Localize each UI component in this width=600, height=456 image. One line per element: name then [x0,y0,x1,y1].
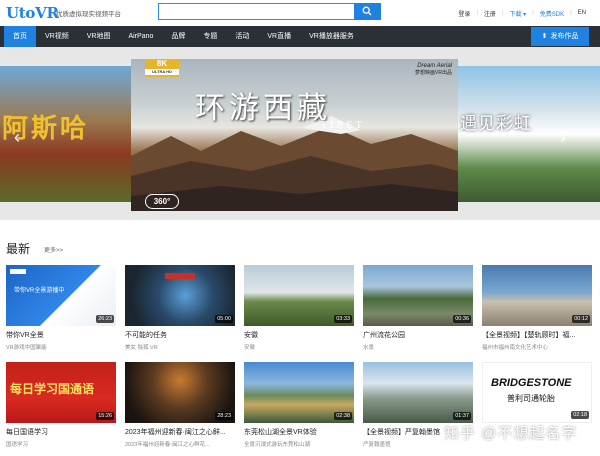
mountain-graphic [131,116,458,211]
video-subtitle: 福州市福州南文化艺术中心 [482,345,549,351]
video-duration: 02:18 [571,411,589,419]
top-links: 登录 | 注册 | 下载 ▾ | 免费SDK | EN [452,8,592,18]
thumbnail-overlay-text: 带你VR全景游播中 [14,288,65,294]
poster-banner [165,273,195,279]
video-title[interactable]: 【全景视频】【楚轨顾时】福... [482,330,592,340]
sdk-link[interactable]: 免费SDK [534,9,570,18]
video-subtitle: 水景 [363,345,375,351]
thumbnail-overlay-text: 每日学习国通语 [10,382,95,396]
banner-subtitle: TIBET [321,121,365,131]
main-nav: 首页 VR视频 VR地图 AirPano 品牌 专题 活动 VR直播 VR播放器… [0,26,600,47]
video-thumbnail[interactable]: 00:36 [363,265,473,326]
banner-slide-main[interactable]: 8K ULTRA HD Dream Aerial 梦想映画VR出品 环游西藏 T… [131,59,458,211]
nav-item-events[interactable]: 活动 [226,26,258,47]
video-subtitle: 2023年福州迎新春·闽江之心鲜花... [125,442,210,448]
video-thumbnail[interactable]: 每日学习国通语 15:26 [6,362,116,423]
banner-slide-next[interactable]: 遇见彩虹 [458,66,600,202]
nav-item-vr-video[interactable]: VR视频 [36,26,78,47]
video-duration: 00:12 [572,315,590,323]
thumbnail-overlay-subtext: 普利司通轮胎 [507,394,555,403]
video-subtitle: 美女 独孤 VR [125,345,158,351]
more-link[interactable]: 更多>> [44,245,63,254]
video-card[interactable]: 02:38 东莞松山湖全景VR体验 全景沉浸式游玩东莞松山湖 [244,362,354,448]
video-subtitle: 安徽 [244,345,256,351]
publish-button[interactable]: ⬆ 发布作品 [531,27,589,46]
video-card[interactable]: 05:00 不可能的任务 美女 独孤 VR [125,265,235,351]
video-thumbnail[interactable]: 00:12 [482,265,592,326]
video-title[interactable]: 每日国语学习 [6,427,116,437]
top-bar: UtoVR 优质虚拟现实视频平台 登录 | 注册 | 下载 ▾ | 免费SDK … [0,0,600,26]
vr360-badge: 360° [145,194,179,209]
search-input[interactable] [159,4,354,19]
video-thumbnail[interactable]: 01:37 [363,362,473,423]
nav-item-airpano[interactable]: AirPano [119,26,162,47]
video-card[interactable]: 每日学习国通语 15:26 每日国语学习 国语学习 [6,362,116,448]
video-card[interactable]: 28:23 2023年福州迎新春·闽江之心鲜... 2023年福州迎新春·闽江之… [125,362,235,448]
site-slogan: 优质虚拟现实视频平台 [56,11,121,18]
nav-item-vr-live[interactable]: VR直播 [258,26,300,47]
video-duration: 02:38 [334,412,352,420]
login-link[interactable]: 登录 [452,9,476,18]
banner-slide-next-text: 遇见彩虹 [460,114,532,134]
video-subtitle: 全景沉浸式游玩东莞松山湖 [244,442,311,448]
video-thumbnail[interactable]: 28:23 [125,362,235,423]
video-title[interactable]: 东莞松山湖全景VR体验 [244,427,354,437]
video-title[interactable]: 安徽 [244,330,354,340]
video-duration: 26:23 [96,315,114,323]
video-title[interactable]: 带你VR全景 [6,330,116,340]
video-duration: 01:37 [453,412,471,420]
video-thumbnail[interactable]: BRIDGESTONE 普利司通轮胎 02:18 [482,362,592,423]
publish-label: 发布作品 [550,33,579,40]
thumbnail-overlay-text: BRIDGESTONE [491,377,572,389]
register-link[interactable]: 注册 [478,9,502,18]
language-link[interactable]: EN [572,10,592,16]
nav-item-topic[interactable]: 专题 [194,26,226,47]
site-logo[interactable]: UtoVR [6,4,59,22]
banner-carousel: 阿斯哈 遇见彩虹 ‹ › 8K ULTRA HD Dream Aerial 梦想… [0,47,600,220]
video-card[interactable]: 带你VR全景游播中 26:23 带你VR全景 VR游戏中国聚能 [6,265,116,351]
video-subtitle: 国语学习 [6,442,29,448]
video-thumbnail[interactable]: 05:00 [125,265,235,326]
video-thumbnail[interactable]: 02:38 [244,362,354,423]
video-thumbnail[interactable]: 03:33 [244,265,354,326]
nav-item-brand[interactable]: 品牌 [162,26,194,47]
search-box [158,3,354,20]
video-title[interactable]: 广州流花公园 [363,330,473,340]
resolution-badge: 8K ULTRA HD [145,59,179,77]
banner-brand: Dream Aerial 梦想映画VR出品 [415,63,452,76]
video-duration: 15:26 [96,412,114,420]
nav-item-player-service[interactable]: VR播放器服务 [300,26,363,47]
chevron-left-icon[interactable]: ‹ [14,127,20,148]
banner-title: 环游西藏 [195,91,331,126]
video-thumbnail[interactable]: 带你VR全景游播中 26:23 [6,265,116,326]
search-icon [362,6,372,16]
video-duration: 05:00 [215,315,233,323]
nav-item-home[interactable]: 首页 [4,26,36,47]
logo-mark [10,269,26,274]
video-title[interactable]: 2023年福州迎新春·闽江之心鲜... [125,427,235,437]
section-title-latest: 最新 [6,242,31,256]
video-card[interactable]: 00:36 广州流花公园 水景 [363,265,473,351]
video-card[interactable]: BRIDGESTONE 普利司通轮胎 02:18 [482,362,592,430]
video-title[interactable]: 不可能的任务 [125,330,235,340]
video-subtitle: VR游戏中国聚能 [6,345,47,351]
search-button[interactable] [354,3,381,20]
video-card[interactable]: 03:33 安徽 安徽 [244,265,354,351]
chevron-right-icon[interactable]: › [560,127,566,148]
video-duration: 00:36 [453,315,471,323]
video-duration: 03:33 [334,315,352,323]
video-card[interactable]: 00:12 【全景视频】【楚轨顾时】福... 福州市福州南文化艺术中心 [482,265,592,351]
upload-icon: ⬆ [541,33,548,40]
download-link[interactable]: 下载 ▾ [504,9,533,18]
video-duration: 28:23 [215,412,233,420]
nav-item-vr-map[interactable]: VR地图 [78,26,120,47]
watermark: 知乎 @不想起名字 [444,425,578,442]
